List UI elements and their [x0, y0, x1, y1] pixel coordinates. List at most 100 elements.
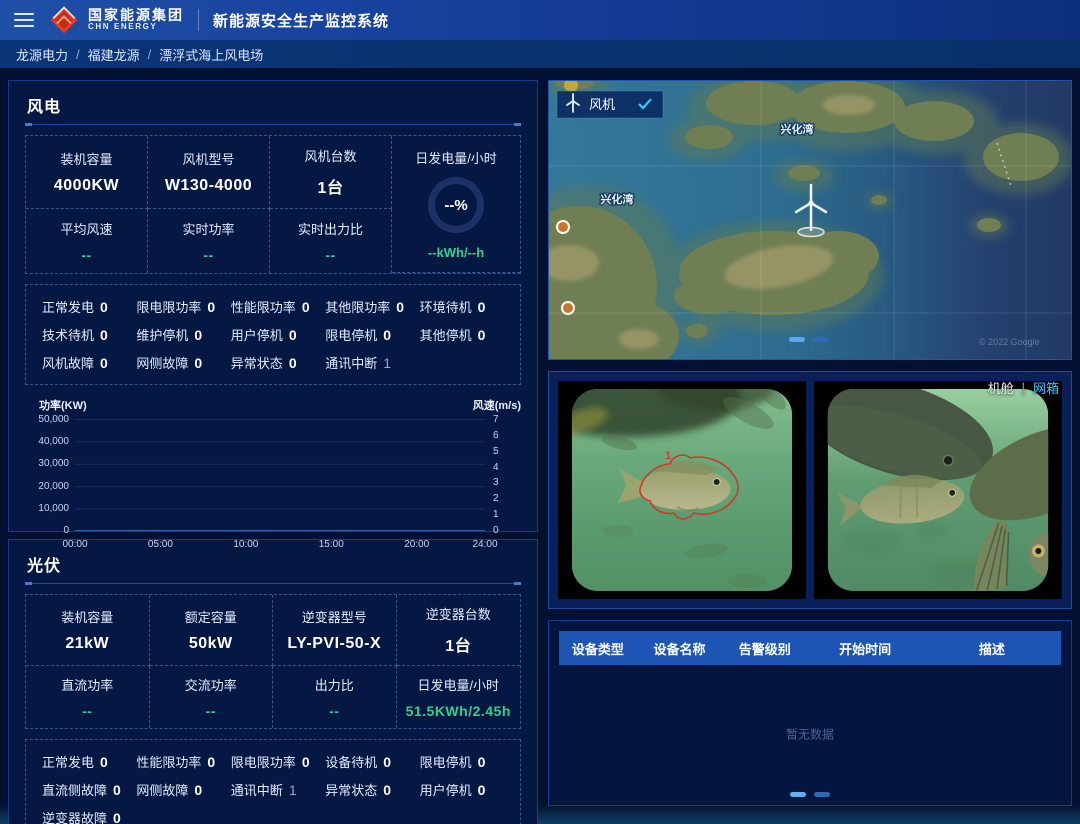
wind-status-item: 限电停机 0 [325, 325, 419, 344]
status-value: 1 [289, 782, 297, 798]
stat-label: 逆变器台数 [399, 604, 519, 623]
map-panel[interactable]: 兴化湾 兴化湾 [548, 80, 1072, 360]
wind-panel-title: 风电 [25, 89, 521, 124]
axis-tick: 3 [493, 477, 521, 488]
alarm-table-pagination [559, 788, 1061, 801]
chart-plot-area [75, 419, 485, 531]
stat-value: 1台 [399, 632, 519, 656]
status-value: 0 [100, 754, 108, 770]
status-value: 0 [289, 355, 297, 371]
top-bar: 国家能源集团 CHN ENERGY 新能源安全生产监控系统 [0, 0, 1080, 40]
stat-value: -- [275, 703, 394, 719]
alarm-table-body: 暂无数据 [559, 665, 1061, 788]
alarm-table-panel: 设备类型设备名称告警级别开始时间描述 暂无数据 [548, 620, 1072, 806]
status-value: 0 [396, 299, 404, 315]
stat-label: 风机台数 [272, 146, 389, 165]
alarm-column-header: 设备类型 [559, 639, 637, 658]
wind-status-item: 通讯中断 1 [325, 353, 419, 372]
axis-tick: 6 [493, 430, 521, 441]
left-axis-title: 功率(KW) [39, 397, 87, 413]
status-label: 用户停机 [420, 780, 472, 799]
pv-status-item: 用户停机 0 [420, 780, 514, 799]
status-value: 0 [302, 754, 310, 770]
wind-status-item: 正常发电 0 [42, 297, 136, 316]
wind-status-item: 其他限功率 0 [325, 297, 419, 316]
gauge-ring: --% [428, 177, 484, 233]
axis-tick: 15:00 [319, 539, 344, 550]
pv-status-item: 正常发电 0 [42, 752, 136, 771]
header-divider [198, 9, 199, 31]
stat-value: LY-PVI-50-X [275, 635, 394, 653]
breadcrumb-item-company[interactable]: 龙源电力 [16, 45, 68, 64]
status-label: 性能限功率 [136, 752, 201, 771]
wind-stat-cell: 风机型号 W130-4000 [148, 136, 270, 209]
pagination-dash[interactable] [790, 792, 806, 797]
axis-tick: 24:00 [472, 539, 497, 550]
breadcrumb-separator: / [76, 47, 80, 62]
stat-value: 1台 [272, 174, 389, 198]
status-label: 异常状态 [231, 353, 283, 372]
wind-power-panel: 风电 日发电量/小时 --% --kWh/--h 装机容量 4000KW 风机型… [8, 80, 538, 532]
alarm-column-header: 告警级别 [722, 639, 807, 658]
status-value: 0 [478, 327, 486, 343]
pv-stat-cell: 装机容量 21kW [26, 595, 150, 666]
axis-tick: 7 [493, 414, 521, 425]
status-label: 限电停机 [325, 325, 377, 344]
status-label: 技术待机 [42, 325, 94, 344]
stat-label: 直流功率 [28, 675, 147, 694]
axis-tick: 1 [493, 509, 521, 520]
status-value: 0 [100, 299, 108, 315]
pv-stat-cell: 直流功率 -- [26, 666, 150, 728]
stat-label: 实时出力比 [272, 219, 389, 238]
status-value: 0 [194, 355, 202, 371]
tab-net-cage[interactable]: 网箱 [1033, 378, 1059, 397]
daily-generation-gauge: 日发电量/小时 --% --kWh/--h [392, 136, 520, 273]
pv-stat-cell: 额定容量 50kW [150, 595, 274, 666]
wind-stat-cell: 风机台数 1台 [270, 136, 392, 209]
stat-label: 额定容量 [152, 607, 271, 626]
pv-panel: 光伏 装机容量 21kW 额定容量 50kW 逆变器型号 LY-PVI-50-X… [8, 539, 538, 824]
status-value: 0 [194, 782, 202, 798]
panel-divider [25, 583, 521, 584]
status-value: 0 [100, 355, 108, 371]
svg-text:兴化湾: 兴化湾 [601, 192, 634, 206]
stat-label: 风机型号 [150, 149, 267, 168]
satellite-map[interactable]: 兴化湾 兴化湾 [549, 81, 1071, 359]
axis-tick: 20:00 [404, 539, 429, 550]
status-label: 用户停机 [231, 325, 283, 344]
chn-energy-logo-icon [48, 4, 80, 36]
video-feed-1: 1 [558, 381, 806, 599]
status-label: 通讯中断 [325, 353, 377, 372]
gauge-percent: --% [444, 197, 467, 214]
status-value: 0 [113, 782, 121, 798]
brand-name-cn: 国家能源集团 [88, 8, 184, 23]
breadcrumb-item-site[interactable]: 漂浮式海上风电场 [159, 45, 263, 64]
tab-nacelle[interactable]: 机舱 [988, 378, 1014, 397]
map-layer-chip-turbine[interactable]: 风机 [557, 91, 663, 118]
stat-label: 逆变器型号 [275, 607, 394, 626]
stat-value: 4000KW [28, 177, 145, 195]
stat-label: 平均风速 [28, 219, 145, 238]
wind-status-item: 技术待机 0 [42, 325, 136, 344]
axis-tick: 10,000 [25, 503, 69, 514]
video-feed-2 [814, 381, 1062, 599]
menu-icon[interactable] [14, 13, 34, 27]
pv-status-box: 正常发电 0 性能限功率 0 限电限功率 0 设备待机 0 限电停机 0 [25, 739, 521, 824]
breadcrumb-item-region[interactable]: 福建龙源 [88, 45, 140, 64]
right-axis-ticks: 76543210 [485, 414, 521, 536]
wind-status-item: 维护停机 0 [136, 325, 230, 344]
pagination-dash[interactable] [814, 792, 830, 797]
wind-status-box: 正常发电 0 限电限功率 0 性能限功率 0 其他限功率 0 环境待机 0 [25, 284, 521, 385]
status-label: 其他限功率 [325, 297, 390, 316]
wind-stat-cell: 平均风速 -- [26, 209, 148, 273]
wind-power-chart: 功率(KW) 风速(m/s) 50,00040,00030,00020,0001… [25, 397, 521, 575]
underwater-video-panel: 机舱 | 网箱 [548, 371, 1072, 609]
axis-tick: 0 [25, 525, 69, 536]
pv-stats-grid: 装机容量 21kW 额定容量 50kW 逆变器型号 LY-PVI-50-X 逆变… [25, 594, 521, 729]
status-value: 0 [478, 782, 486, 798]
status-value: 0 [113, 810, 121, 824]
axis-tick: 40,000 [25, 436, 69, 447]
pv-stat-cell: 逆变器台数 1台 [397, 595, 521, 666]
status-label: 限电限功率 [136, 297, 201, 316]
wind-status-item: 用户停机 0 [231, 325, 325, 344]
